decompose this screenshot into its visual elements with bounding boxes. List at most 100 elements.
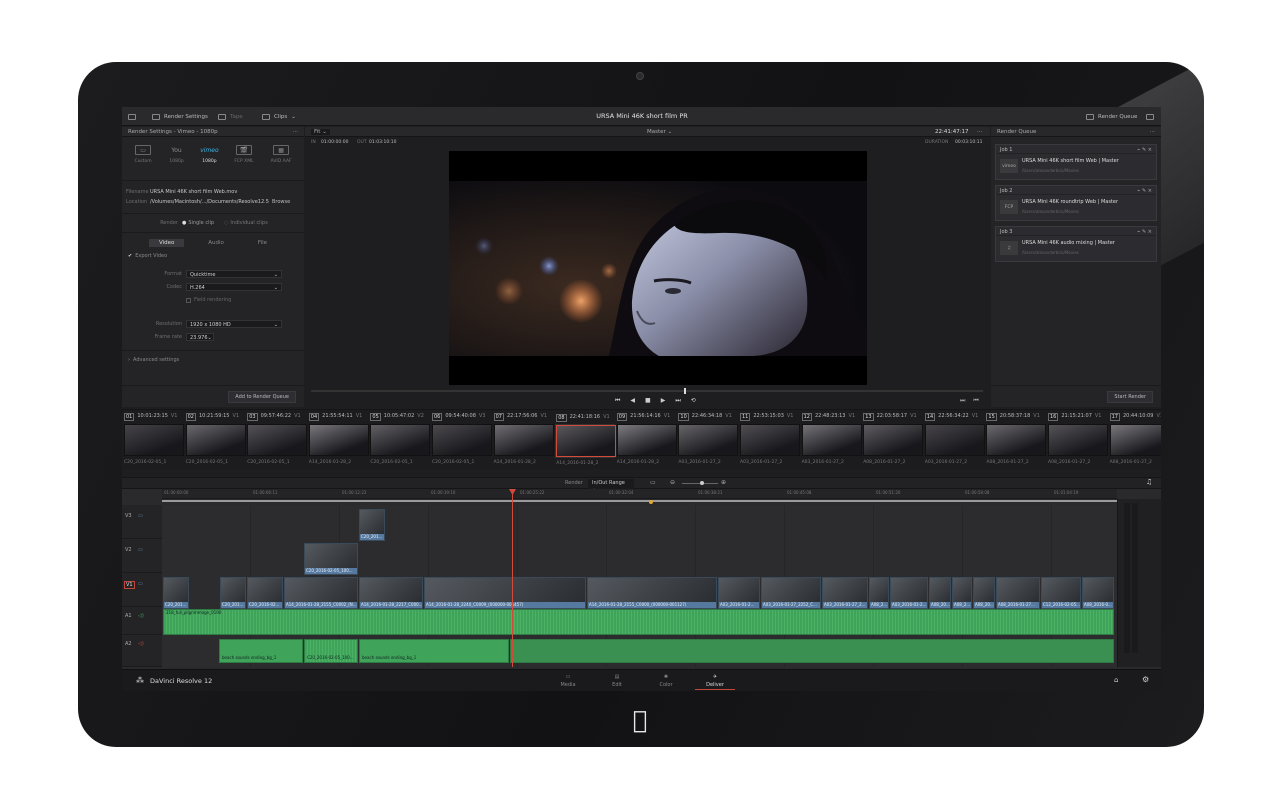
clip-thumbnail-17[interactable]: 1720:44:10:09V1 A08_2016-01-27_2: [1109, 413, 1161, 465]
music-note-icon[interactable]: ♫: [1146, 478, 1152, 486]
timeline-clip-v1[interactable]: C20_201...: [220, 577, 246, 609]
panel-toggle-button[interactable]: [128, 112, 136, 122]
clip-thumbnail-04[interactable]: 04 21:55:54:11 V1 A14_2016-01-28_2: [308, 413, 369, 465]
playhead[interactable]: [512, 489, 513, 667]
track-monitor-icon[interactable]: ▭: [138, 513, 143, 519]
close-icon[interactable]: ×: [1148, 188, 1152, 194]
prev-clip-icon[interactable]: ⏮: [973, 397, 978, 405]
speaker-muted-icon[interactable]: ◁): [138, 641, 144, 647]
page-color[interactable]: ✺ Color: [646, 672, 686, 690]
clip-thumbnail-16[interactable]: 16 21:15:21:07 V1 A08_2016-01-27_2: [1048, 413, 1108, 465]
clips-button[interactable]: Clips ⌄: [262, 112, 296, 122]
zoom-slider[interactable]: [682, 481, 718, 485]
timeline-clip-v1[interactable]: A03_2016-01-27_2252_C...: [761, 577, 821, 609]
clip-thumbnail-15[interactable]: 15 20:58:37:18 V1 A08_2016-01-27_2: [986, 413, 1047, 465]
clip-thumbnail-03[interactable]: 03 09:57:46:22 V1 C20_2016-02-05_1: [247, 413, 308, 465]
format-select[interactable]: Quicktime ⌄: [186, 270, 282, 278]
step-back-icon[interactable]: ◀: [630, 397, 635, 405]
timeline-clip-v1[interactable]: C12_2016-02-05...: [1041, 577, 1081, 609]
preset-2[interactable]: vimeo 1080p: [200, 145, 218, 176]
audio-clip-a1[interactable]: 218_full_pilgrimmage_0190: [163, 609, 1114, 635]
page-media[interactable]: ▭ Media: [548, 672, 588, 690]
render-job[interactable]: Job 2 ⌁ ✎ × FCP URSA Mini 46K roundtrip Web…: [995, 185, 1157, 221]
clip-thumbnail-13[interactable]: 13 22:03:58:17 V1 A08_2016-01-27_2: [863, 413, 924, 465]
preset-4[interactable]: ▦ AVID AAF: [271, 145, 292, 176]
filename-field[interactable]: URSA Mini 46K short film Web.mov: [150, 189, 237, 195]
render-job[interactable]: Job 3 ⌁ ✎ × ♫ URSA Mini 46K audio mixing | …: [995, 226, 1157, 262]
clip-thumbnail-12[interactable]: 12 22:48:23:13 V1 A03_2016-01-27_2: [801, 413, 862, 465]
job-link-icon[interactable]: ⌁: [1137, 147, 1140, 153]
tab-audio[interactable]: Audio: [198, 239, 234, 247]
radio-icon[interactable]: ○: [224, 220, 228, 226]
audio-clip-a2-4[interactable]: [510, 639, 1114, 663]
panel-toggle-right-button[interactable]: [1146, 112, 1154, 122]
resolution-select[interactable]: 1920 x 1080 HD ⌄: [186, 320, 282, 328]
gear-icon[interactable]: ⚙: [1142, 675, 1149, 684]
track-monitor-icon[interactable]: ▭: [138, 581, 143, 587]
home-icon[interactable]: ⌂: [1114, 676, 1118, 684]
timeline-clip-v1[interactable]: A08_2...: [869, 577, 889, 609]
single-clip-option[interactable]: Single clip: [188, 220, 214, 226]
timeline-clip-v1[interactable]: A08_2016-01-27...: [996, 577, 1040, 609]
skip-to-end-icon[interactable]: ⏭: [675, 397, 680, 405]
timeline-clip-v1[interactable]: A14_2016-01-28_2217_C000...: [359, 577, 423, 609]
clip-thumbnail-05[interactable]: 05 10:05:47:02 V2 C20_2016-02-05_1: [370, 413, 431, 465]
timeline-clip-v1[interactable]: A03_2016-01-2...: [718, 577, 760, 609]
browse-button[interactable]: Browse: [272, 199, 290, 205]
timeline-view-icon[interactable]: ▭: [650, 479, 656, 486]
timeline-clip-v1[interactable]: A08_2...: [952, 577, 972, 609]
timeline-clip-v1[interactable]: C20_201...: [163, 577, 189, 609]
options-icon[interactable]: ···: [293, 129, 298, 135]
audio-clip-a2-1[interactable]: beach sounds ending_bg_1: [219, 639, 303, 663]
marker-icon[interactable]: [649, 500, 653, 504]
viewer-scrubber[interactable]: [311, 388, 983, 394]
timeline-clip-v3[interactable]: C20_201...: [359, 509, 385, 541]
timeline-clip-v1[interactable]: A14_2016-01-28_2240_C0009_(000000-001457…: [424, 577, 586, 609]
edit-icon[interactable]: ✎: [1142, 147, 1146, 153]
skip-to-start-icon[interactable]: ⏮: [615, 397, 620, 405]
preset-3[interactable]: 🎬 FCP XML: [234, 145, 254, 176]
timeline-clip-v1[interactable]: A03_2016-01-27_2...: [822, 577, 868, 609]
checkmark-icon[interactable]: ✔: [128, 253, 132, 259]
preset-1[interactable]: You 1080p: [169, 145, 185, 176]
fit-select[interactable]: Fit ⌄: [311, 129, 330, 135]
job-link-icon[interactable]: ⌁: [1137, 229, 1140, 235]
audio-clip-a2-2[interactable]: C20_2016-02-05_100...: [304, 639, 358, 663]
clip-thumbnail-06[interactable]: 06 09:54:40:08 V3 C20_2016-02-05_1: [432, 413, 492, 465]
timeline-clip-v1[interactable]: A14_2016-01-28_2155_C0002_(N...: [284, 577, 358, 609]
render-job[interactable]: Job 1 ⌁ ✎ × vimeo URSA Mini 46K short film …: [995, 144, 1157, 180]
render-queue-button[interactable]: Render Queue: [1086, 112, 1137, 122]
timeline-clip-v1[interactable]: C20_2016-02...: [247, 577, 283, 609]
next-clip-icon[interactable]: ⏭: [960, 397, 965, 405]
clip-thumbnail-07[interactable]: 07 22:17:56:06 V1 A14_2016-01-28_2: [493, 413, 554, 465]
timeline-clip-v1[interactable]: A03_2016-01-2...: [890, 577, 928, 609]
timeline-clip-v1[interactable]: A14_2016-01-28_2155_C0000_(000000-001127…: [587, 577, 717, 609]
tab-video[interactable]: Video: [148, 239, 185, 247]
tape-button[interactable]: Tape: [218, 112, 243, 122]
stop-icon[interactable]: ■: [645, 397, 651, 405]
individual-clips-option[interactable]: Individual clips: [230, 220, 267, 226]
render-settings-button[interactable]: Render Settings: [152, 112, 208, 122]
speaker-icon[interactable]: ◁): [138, 613, 144, 619]
options-icon[interactable]: ···: [1150, 129, 1155, 135]
radio-selected-icon[interactable]: ●: [182, 220, 186, 226]
timeline-clip-v1[interactable]: A08_2016-0...: [1082, 577, 1114, 609]
track-header-a2[interactable]: A2 ◁): [122, 635, 162, 667]
clip-thumbnail-01[interactable]: 01 10:01:23:15 V1 C20_2016-02-05_1: [124, 413, 184, 465]
codec-select[interactable]: H.264 ⌄: [186, 283, 282, 291]
clip-thumbnail-14[interactable]: 14 22:56:34:22 V1 A03_2016-01-27_2: [924, 413, 985, 465]
track-header-a1[interactable]: A1 ◁): [122, 607, 162, 635]
page-deliver[interactable]: ✈ Deliver: [695, 672, 735, 690]
advanced-settings-toggle[interactable]: › Advanced settings: [122, 355, 304, 365]
master-select[interactable]: Master ⌄: [647, 129, 672, 135]
zoom-slider-thumb[interactable]: [700, 481, 704, 485]
audio-clip-a2-3[interactable]: beach sounds ending_bg_1: [359, 639, 509, 663]
field-rendering-checkbox[interactable]: [186, 297, 191, 303]
track-monitor-icon[interactable]: ▭: [138, 547, 143, 553]
close-icon[interactable]: ×: [1148, 147, 1152, 153]
track-header-v3[interactable]: V3 ▭: [122, 505, 162, 539]
timeline-clip-v2[interactable]: C20_2016-02-05_100...: [304, 543, 358, 575]
clip-thumbnail-02[interactable]: 02 10:21:59:15 V1 C20_2016-02-05_1: [185, 413, 246, 465]
page-edit[interactable]: ▤ Edit: [597, 672, 637, 690]
clip-thumbnail-09[interactable]: 09 21:56:14:16 V1 A14_2016-01-28_2: [616, 413, 677, 465]
